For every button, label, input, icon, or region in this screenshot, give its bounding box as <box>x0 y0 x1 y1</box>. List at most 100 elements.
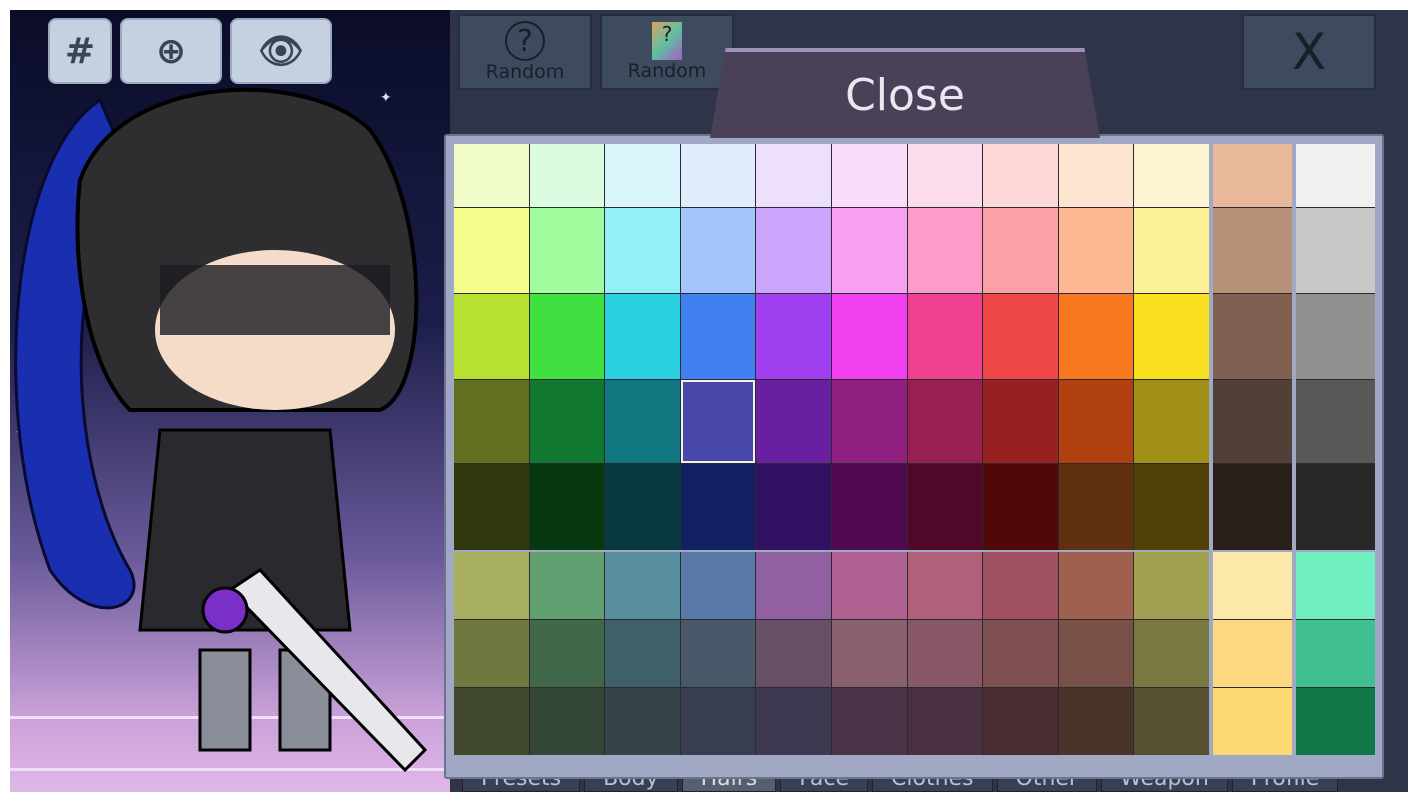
color-swatch[interactable] <box>605 620 680 687</box>
color-swatch[interactable] <box>605 380 680 463</box>
color-swatch[interactable] <box>831 380 907 463</box>
color-swatch[interactable] <box>831 620 907 687</box>
color-swatch[interactable] <box>1134 464 1209 550</box>
color-swatch[interactable] <box>1213 620 1292 687</box>
color-swatch[interactable] <box>1296 688 1375 755</box>
color-swatch[interactable] <box>756 208 831 293</box>
color-swatch[interactable] <box>983 688 1058 755</box>
color-swatch[interactable] <box>1058 464 1134 550</box>
color-swatch[interactable] <box>529 552 605 619</box>
color-swatch[interactable] <box>1213 380 1292 463</box>
eye-button[interactable]: 👁 <box>230 18 332 84</box>
color-swatch[interactable] <box>1134 552 1209 619</box>
color-swatch[interactable] <box>1058 208 1134 293</box>
color-swatch[interactable] <box>907 464 983 550</box>
color-swatch[interactable] <box>1296 208 1375 293</box>
color-swatch[interactable] <box>1134 688 1209 755</box>
color-swatch[interactable] <box>907 380 983 463</box>
color-swatch[interactable] <box>1134 620 1209 687</box>
color-swatch[interactable] <box>529 688 605 755</box>
color-swatch[interactable] <box>756 294 831 379</box>
color-swatch[interactable] <box>983 464 1058 550</box>
color-swatch[interactable] <box>529 144 605 207</box>
color-swatch[interactable] <box>454 144 529 207</box>
color-swatch[interactable] <box>680 144 756 207</box>
color-swatch[interactable] <box>605 552 680 619</box>
color-swatch[interactable] <box>454 380 529 463</box>
color-swatch[interactable] <box>529 620 605 687</box>
color-swatch[interactable] <box>680 208 756 293</box>
color-swatch[interactable] <box>831 552 907 619</box>
color-swatch[interactable] <box>983 620 1058 687</box>
color-swatch[interactable] <box>907 688 983 755</box>
color-swatch[interactable] <box>605 688 680 755</box>
color-swatch[interactable] <box>983 294 1058 379</box>
color-swatch[interactable] <box>907 144 983 207</box>
color-swatch[interactable] <box>1134 380 1209 463</box>
color-swatch[interactable] <box>756 620 831 687</box>
color-swatch[interactable] <box>680 464 756 550</box>
color-swatch[interactable] <box>1296 294 1375 379</box>
color-swatch[interactable] <box>1296 380 1375 463</box>
color-swatch[interactable] <box>680 688 756 755</box>
color-swatch[interactable] <box>983 552 1058 619</box>
color-swatch[interactable] <box>756 380 831 463</box>
color-swatch[interactable] <box>1296 464 1375 550</box>
color-swatch[interactable] <box>680 552 756 619</box>
color-swatch[interactable] <box>1213 208 1292 293</box>
color-swatch[interactable] <box>1296 620 1375 687</box>
color-swatch[interactable] <box>756 464 831 550</box>
color-swatch[interactable] <box>529 208 605 293</box>
color-swatch[interactable] <box>1134 208 1209 293</box>
color-swatch[interactable] <box>454 464 529 550</box>
color-swatch[interactable] <box>529 464 605 550</box>
random-color-button[interactable]: ? Random <box>600 14 734 90</box>
color-swatch[interactable] <box>1134 294 1209 379</box>
color-swatch[interactable] <box>1058 552 1134 619</box>
color-swatch[interactable] <box>983 144 1058 207</box>
color-swatch[interactable] <box>529 380 605 463</box>
color-swatch[interactable] <box>907 552 983 619</box>
color-swatch[interactable] <box>680 294 756 379</box>
color-swatch[interactable] <box>983 380 1058 463</box>
color-swatch[interactable] <box>529 294 605 379</box>
color-swatch[interactable] <box>1058 144 1134 207</box>
color-swatch[interactable] <box>831 144 907 207</box>
color-swatch[interactable] <box>756 688 831 755</box>
color-swatch[interactable] <box>1058 380 1134 463</box>
color-swatch[interactable] <box>454 294 529 379</box>
color-swatch[interactable] <box>1058 620 1134 687</box>
exit-button[interactable]: X <box>1242 14 1376 90</box>
color-swatch[interactable] <box>756 552 831 619</box>
color-swatch[interactable] <box>907 620 983 687</box>
color-swatch[interactable] <box>1213 464 1292 550</box>
color-swatch[interactable] <box>907 294 983 379</box>
color-swatch[interactable] <box>1213 144 1292 207</box>
random-button[interactable]: ? Random <box>458 14 592 90</box>
color-swatch[interactable] <box>454 688 529 755</box>
color-swatch[interactable] <box>1213 688 1292 755</box>
color-swatch[interactable] <box>831 464 907 550</box>
color-swatch[interactable] <box>605 464 680 550</box>
color-swatch[interactable] <box>907 208 983 293</box>
color-swatch[interactable] <box>454 208 529 293</box>
color-swatch[interactable] <box>1296 144 1375 207</box>
color-swatch[interactable] <box>1058 688 1134 755</box>
color-swatch[interactable] <box>1058 294 1134 379</box>
color-swatch[interactable] <box>454 620 529 687</box>
hash-button[interactable]: # <box>48 18 112 84</box>
color-swatch[interactable] <box>605 144 680 207</box>
color-swatch[interactable] <box>454 552 529 619</box>
color-swatch[interactable] <box>1213 552 1292 619</box>
color-swatch[interactable] <box>1296 552 1375 619</box>
color-swatch[interactable] <box>831 294 907 379</box>
close-palette-button[interactable]: Close <box>710 48 1100 138</box>
zoom-button[interactable]: ⊕ <box>120 18 222 84</box>
color-swatch[interactable] <box>831 688 907 755</box>
color-swatch[interactable] <box>756 144 831 207</box>
color-swatch[interactable] <box>1213 294 1292 379</box>
color-swatch[interactable] <box>605 208 680 293</box>
color-swatch[interactable] <box>1134 144 1209 207</box>
color-swatch[interactable] <box>831 208 907 293</box>
color-swatch[interactable] <box>680 380 756 463</box>
